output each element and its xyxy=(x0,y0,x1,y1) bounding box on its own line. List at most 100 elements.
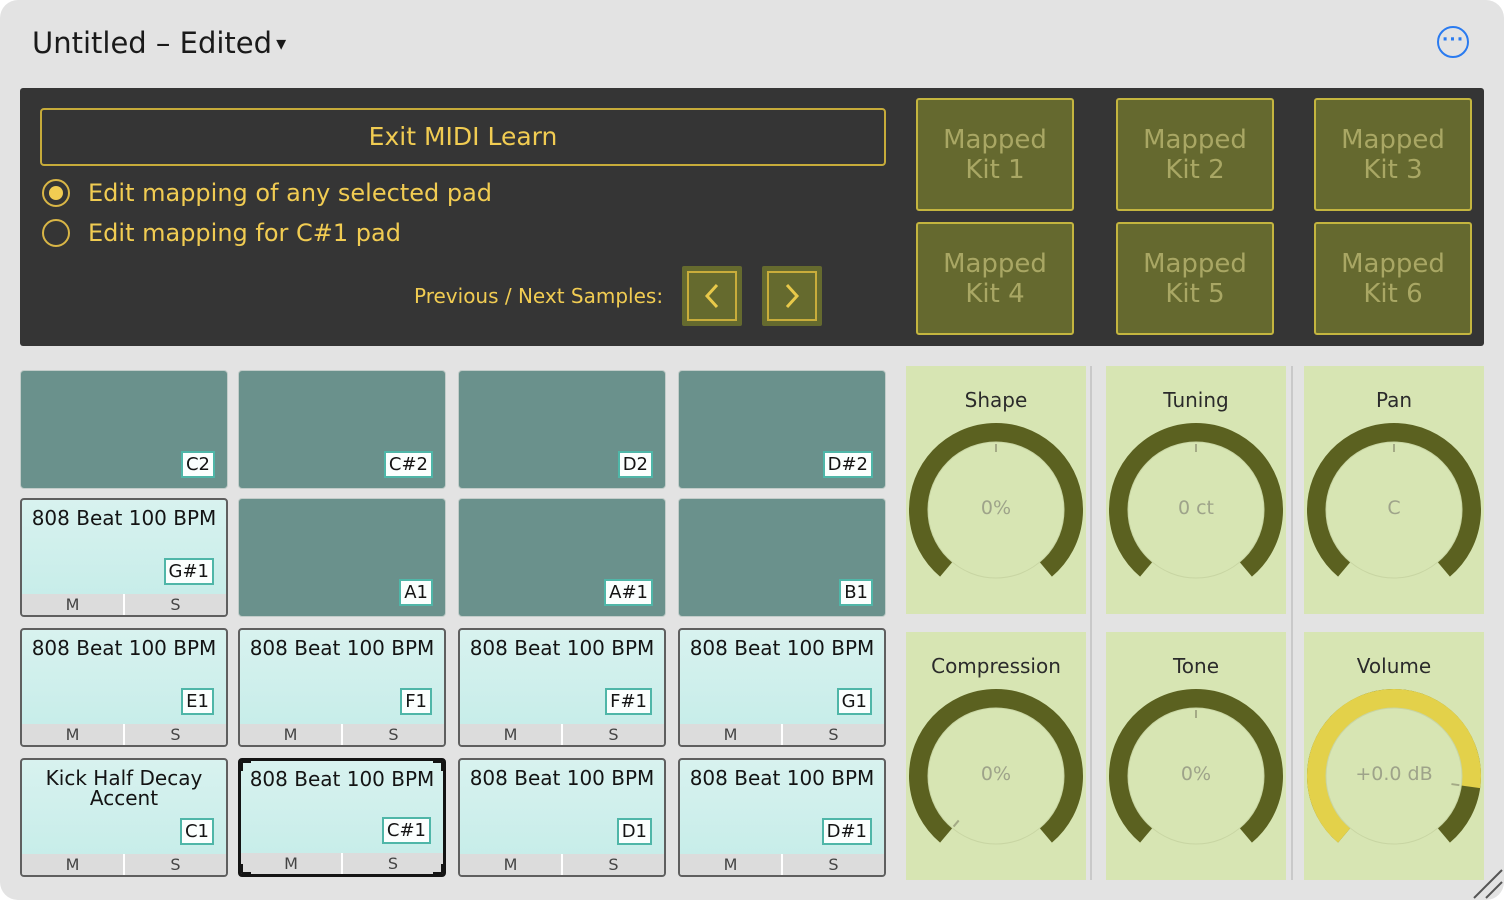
drum-pad-a1[interactable]: A1 xyxy=(238,498,446,617)
chevron-left-icon xyxy=(704,283,719,309)
pad-sample-name: 808 Beat 100 BPM xyxy=(31,506,217,530)
pad-mute-button[interactable]: M xyxy=(680,854,783,875)
title-menu-caret-icon[interactable]: ▾ xyxy=(276,31,286,55)
mapped-kit-1-button[interactable]: Mapped Kit 1 xyxy=(916,98,1074,211)
pad-note-label: A#1 xyxy=(604,579,653,606)
pad-solo-button[interactable]: S xyxy=(125,854,226,875)
pad-note-label: G#1 xyxy=(163,558,214,585)
knob-value-readout: 0% xyxy=(980,763,1012,785)
kit-label-line1: Mapped xyxy=(1341,124,1445,155)
pad-mute-button[interactable]: M xyxy=(22,854,125,875)
pad-note-label: D#1 xyxy=(821,818,872,845)
pad-note-label: F1 xyxy=(400,688,432,715)
knob-title: Volume xyxy=(1356,654,1432,678)
pad-note-label: D1 xyxy=(616,818,652,845)
pad-sample-name: Kick Half Decay Accent xyxy=(45,766,203,810)
pad-mute-solo-bar: MS xyxy=(22,724,226,745)
pad-mute-button[interactable]: M xyxy=(22,594,125,615)
pad-sample-name: 808 Beat 100 BPM xyxy=(689,766,875,790)
pad-mute-button[interactable]: M xyxy=(22,724,125,745)
pad-sample-name: 808 Beat 100 BPM xyxy=(469,636,655,660)
knob-value-readout: 0% xyxy=(980,497,1012,519)
pad-sample-name: 808 Beat 100 BPM xyxy=(249,767,435,791)
kit-label-line1: Mapped xyxy=(943,248,1047,279)
mapped-kit-6-button[interactable]: Mapped Kit 6 xyxy=(1314,222,1472,335)
selection-corner-handle xyxy=(241,761,251,771)
knob-title: Tone xyxy=(1172,654,1220,678)
pad-mute-button[interactable]: M xyxy=(460,724,563,745)
panel-divider xyxy=(1090,366,1092,880)
pad-sample-name: 808 Beat 100 BPM xyxy=(31,636,217,660)
pad-solo-button[interactable]: S xyxy=(343,724,444,745)
drum-pad-b1[interactable]: B1 xyxy=(678,498,886,617)
knob-panel-tone: Tone 0% xyxy=(1106,632,1286,880)
pad-solo-button[interactable]: S xyxy=(783,724,884,745)
knob-title: Shape xyxy=(964,388,1028,412)
selection-corner-handle xyxy=(241,864,251,874)
document-title-text: Untitled – Edited xyxy=(32,26,273,60)
midi-learn-panel: Exit MIDI Learn Edit mapping of any sele… xyxy=(20,88,1484,346)
mapped-kit-2-button[interactable]: Mapped Kit 2 xyxy=(1116,98,1274,211)
pad-note-label: G1 xyxy=(836,688,872,715)
resize-grip-icon[interactable] xyxy=(1470,866,1504,900)
pad-mute-button[interactable]: M xyxy=(680,724,783,745)
ellipsis-icon: ··· xyxy=(1441,30,1465,50)
drum-pad-dsharp2[interactable]: D#2 xyxy=(678,370,886,489)
pad-mute-solo-bar: MS xyxy=(460,724,664,745)
radio-button-pad[interactable] xyxy=(42,219,70,247)
knob-value-readout: 0 ct xyxy=(1177,497,1215,519)
knob-value-readout: +0.0 dB xyxy=(1355,763,1433,785)
pad-mute-button[interactable]: M xyxy=(241,853,343,874)
drum-pad-g1[interactable]: 808 Beat 100 BPM M S G1 xyxy=(678,628,886,747)
previous-sample-button[interactable] xyxy=(682,266,742,326)
drum-pad-c1[interactable]: Kick Half Decay Accent M S C1 xyxy=(20,758,228,877)
pad-mute-button[interactable]: M xyxy=(460,854,563,875)
drum-pad-fsharp1[interactable]: 808 Beat 100 BPM M S F#1 xyxy=(458,628,666,747)
pad-mute-button[interactable]: M xyxy=(240,724,343,745)
mapped-kit-3-button[interactable]: Mapped Kit 3 xyxy=(1314,98,1472,211)
chevron-right-icon xyxy=(785,283,800,309)
pad-solo-button[interactable]: S xyxy=(563,854,664,875)
kit-label-line2: Kit 3 xyxy=(1363,154,1423,185)
document-title[interactable]: Untitled – Edited ▾ xyxy=(32,26,286,60)
pad-note-label: C#1 xyxy=(381,817,431,844)
drum-pad-gsharp1[interactable]: 808 Beat 100 BPM M S G#1 xyxy=(20,498,228,617)
kit-label-line2: Kit 5 xyxy=(1165,278,1225,309)
knob-panel-volume: Volume +0.0 dB xyxy=(1304,632,1484,880)
pad-mute-solo-bar: MS xyxy=(460,854,664,875)
kit-label-line2: Kit 4 xyxy=(965,278,1025,309)
drum-pad-e1[interactable]: 808 Beat 100 BPM M S E1 xyxy=(20,628,228,747)
mapped-kit-4-button[interactable]: Mapped Kit 4 xyxy=(916,222,1074,335)
drum-pad-dsharp1[interactable]: 808 Beat 100 BPM M S D#1 xyxy=(678,758,886,877)
pad-solo-button[interactable]: S xyxy=(343,853,443,874)
more-options-button[interactable]: ··· xyxy=(1437,26,1469,58)
pad-solo-button[interactable]: S xyxy=(783,854,884,875)
pad-solo-button[interactable]: S xyxy=(563,724,664,745)
drum-pad-d1[interactable]: 808 Beat 100 BPM M S D1 xyxy=(458,758,666,877)
radio-pad-label: Edit mapping for C#1 pad xyxy=(88,219,401,247)
drum-pad-c2[interactable]: C2 xyxy=(20,370,228,489)
knob-panel-tuning: Tuning 0 ct xyxy=(1106,366,1286,614)
pad-solo-button[interactable]: S xyxy=(125,724,226,745)
drum-pad-csharp1[interactable]: 808 Beat 100 BPM M S C#1 xyxy=(238,758,446,877)
drum-pad-f1[interactable]: 808 Beat 100 BPM M S F1 xyxy=(238,628,446,747)
pad-solo-button[interactable]: S xyxy=(125,594,226,615)
knob-title: Tuning xyxy=(1163,388,1229,412)
pad-note-label: C2 xyxy=(180,451,215,478)
next-sample-button[interactable] xyxy=(762,266,822,326)
kit-label-line2: Kit 1 xyxy=(965,154,1025,185)
pad-mute-solo-bar: MS xyxy=(241,853,443,874)
drum-pad-d2[interactable]: D2 xyxy=(458,370,666,489)
drum-pad-csharp2[interactable]: C#2 xyxy=(238,370,446,489)
radio-specific-pad[interactable]: Edit mapping for C#1 pad xyxy=(42,217,401,249)
kit-label-line2: Kit 6 xyxy=(1363,278,1423,309)
kit-label-line1: Mapped xyxy=(1341,248,1445,279)
exit-midi-learn-button[interactable]: Exit MIDI Learn xyxy=(40,108,886,166)
mapped-kit-5-button[interactable]: Mapped Kit 5 xyxy=(1116,222,1274,335)
radio-any-selected-pad[interactable]: Edit mapping of any selected pad xyxy=(42,177,492,209)
knob-panel-compression: Compression 0% xyxy=(906,632,1086,880)
pad-mute-solo-bar: MS xyxy=(240,724,444,745)
drum-pad-asharp1[interactable]: A#1 xyxy=(458,498,666,617)
radio-button-any[interactable] xyxy=(42,179,70,207)
pad-note-label: F#1 xyxy=(605,688,652,715)
